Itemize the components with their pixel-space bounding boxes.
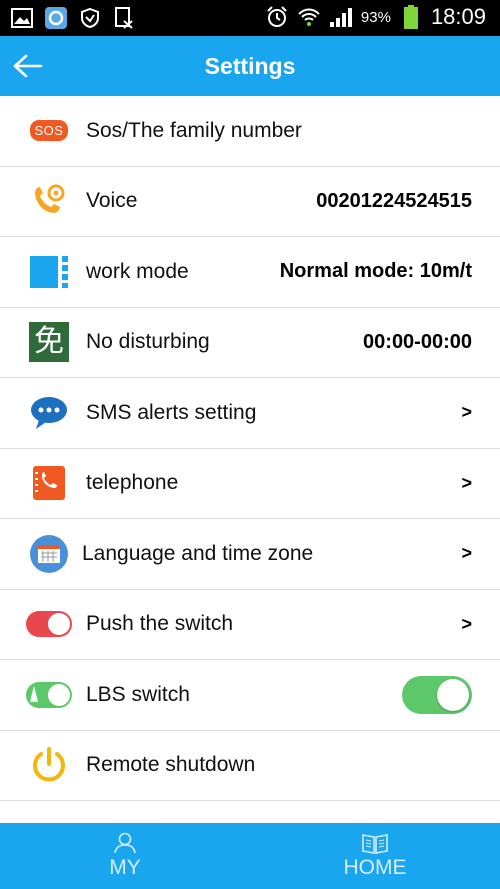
wifi-icon bbox=[297, 5, 321, 29]
settings-item-push-switch[interactable]: Push the switch > bbox=[0, 589, 500, 660]
battery-percent: 93% bbox=[360, 8, 391, 26]
no-disturbing-icon: 免 bbox=[26, 319, 72, 365]
settings-item-label: Voice bbox=[86, 189, 138, 213]
book-icon bbox=[362, 834, 388, 854]
shield-icon bbox=[78, 6, 102, 30]
settings-item-sos[interactable]: SOS Sos/The family number bbox=[0, 96, 500, 167]
notification-icons bbox=[10, 6, 136, 30]
settings-item-no-disturbing[interactable]: 免 No disturbing 00:00-00:00 bbox=[0, 307, 500, 378]
image-icon bbox=[10, 6, 34, 30]
no-disturbing-value: 00:00-00:00 bbox=[363, 330, 472, 353]
toggle-knob bbox=[437, 678, 469, 711]
nav-my-label: MY bbox=[109, 856, 141, 879]
settings-list: SOS Sos/The family number Voice 00201224… bbox=[0, 96, 500, 801]
phone-voice-icon bbox=[26, 178, 72, 224]
user-icon bbox=[114, 832, 136, 854]
settings-item-label: SMS alerts setting bbox=[86, 400, 257, 424]
power-icon bbox=[26, 742, 72, 788]
signal-icon bbox=[329, 5, 353, 29]
voice-number: 00201224524515 bbox=[316, 189, 472, 212]
settings-item-label: No disturbing bbox=[86, 330, 210, 354]
file-icon bbox=[112, 6, 136, 30]
work-mode-icon bbox=[26, 249, 72, 295]
settings-item-lbs-switch: LBS switch bbox=[0, 660, 500, 731]
no-disturbing-glyph: 免 bbox=[29, 322, 69, 363]
settings-item-work-mode[interactable]: work mode Normal mode: 10m/t bbox=[0, 237, 500, 308]
system-status: 93% 18:09 bbox=[265, 4, 486, 30]
sos-badge: SOS bbox=[29, 120, 69, 142]
settings-item-label: Remote shutdown bbox=[86, 753, 256, 777]
chevron-right-icon: > bbox=[461, 472, 472, 493]
chevron-right-icon: > bbox=[461, 543, 472, 564]
settings-item-label: telephone bbox=[86, 471, 179, 495]
settings-item-label: work mode bbox=[86, 259, 189, 283]
lbs-switch-toggle[interactable] bbox=[402, 675, 472, 714]
sos-icon: SOS bbox=[26, 108, 72, 154]
page-title: Settings bbox=[204, 53, 296, 79]
clock: 18:09 bbox=[430, 4, 486, 29]
settings-item-label: Sos/The family number bbox=[86, 118, 302, 142]
lbs-toggle-graphic bbox=[26, 681, 72, 708]
nav-my[interactable]: MY bbox=[0, 823, 250, 889]
nav-home[interactable]: HOME bbox=[250, 823, 500, 889]
settings-item-voice[interactable]: Voice 00201224524515 bbox=[0, 166, 500, 237]
settings-item-label: Language and time zone bbox=[82, 541, 314, 565]
battery-icon bbox=[399, 5, 423, 29]
settings-item-remote-shutdown[interactable]: Remote shutdown bbox=[0, 730, 500, 801]
work-mode-value: Normal mode: 10m/t bbox=[279, 260, 472, 283]
settings-item-telephone[interactable]: telephone > bbox=[0, 448, 500, 519]
settings-item-sms-alerts[interactable]: SMS alerts setting > bbox=[0, 378, 500, 449]
push-toggle-graphic bbox=[26, 611, 72, 638]
app-icon bbox=[44, 6, 68, 30]
settings-item-label: LBS switch bbox=[86, 682, 190, 706]
settings-item-language-timezone[interactable]: Language and time zone > bbox=[0, 519, 500, 590]
bottom-nav: MY HOME bbox=[0, 823, 500, 889]
chevron-right-icon: > bbox=[461, 402, 472, 423]
calendar-icon bbox=[26, 531, 72, 577]
chat-bubble-icon bbox=[26, 390, 72, 436]
settings-item-label: Push the switch bbox=[86, 612, 234, 636]
app-header: Settings bbox=[0, 36, 500, 96]
lbs-toggle-icon bbox=[26, 672, 72, 718]
push-toggle-icon bbox=[26, 601, 72, 647]
nav-home-label: HOME bbox=[343, 856, 407, 879]
status-bar: 93% 18:09 bbox=[0, 0, 500, 36]
telephone-icon bbox=[26, 460, 72, 506]
chevron-right-icon: > bbox=[461, 613, 472, 634]
alarm-icon bbox=[265, 5, 289, 29]
